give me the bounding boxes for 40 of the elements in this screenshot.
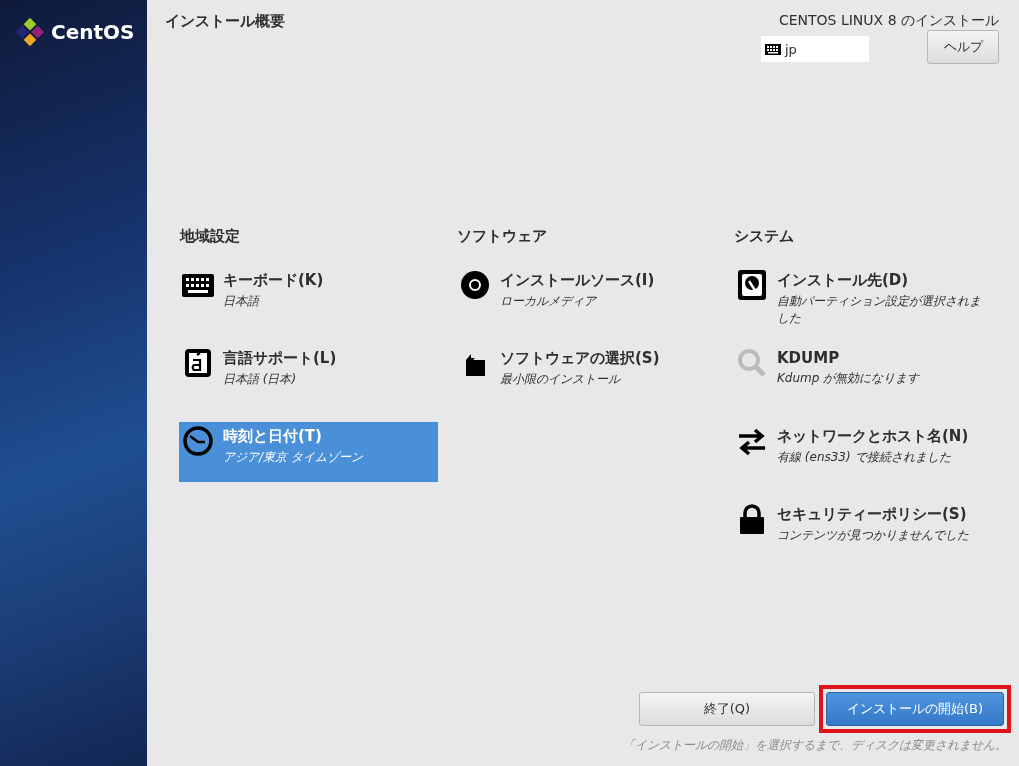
hub-item-title: ソフトウェアの選択(S) [500,349,660,368]
hub-item[interactable]: ネットワークとホスト名(N) 有線 (ens33) で接続されました [733,422,992,482]
section-heading: システム [733,226,795,246]
begin-installation-button[interactable]: インストールの開始(B) [826,692,1004,726]
hub-item-status: 日本語 (日本) [223,371,298,388]
hub-item-status: 有線 (ens33) で接続されました [777,449,952,466]
hub-item-status: ローカルメディア [500,293,598,310]
hub-item-title: ネットワークとホスト名(N) [777,427,969,446]
product-title: CENTOS LINUX 8 のインストール [778,12,999,30]
hub-item[interactable]: インストール先(D) 自動パーティション設定が選択されました [733,266,992,326]
keyboard-layout-indicator[interactable]: jp [761,36,869,62]
hub-item-title: 言語サポート(L) [223,349,337,368]
hub-item-status: Kdump が無効になります [777,370,920,387]
section-heading: ソフトウェア [456,226,548,246]
help-button[interactable]: ヘルプ [927,30,999,64]
hub-item-status: コンテンツが見つかりませんでした [777,527,969,544]
hub-item[interactable]: セキュリティーポリシー(S) コンテンツが見つかりませんでした [733,500,992,560]
quit-button[interactable]: 終了(Q) [639,692,815,726]
hub-item[interactable]: KDUMP Kdump が無効になります [733,344,992,404]
hub-item-title: KDUMP [777,349,841,367]
footer-note: 「インストールの開始」を選択するまで、ディスクは変更されません。 [623,737,1008,754]
hub-item[interactable]: キーボード(K) 日本語 [179,266,438,326]
keyboard-icon [765,43,781,55]
page-title: インストール概要 [165,12,285,32]
keyboard-layout-text: jp [785,41,797,57]
hub-item-title: 時刻と日付(T) [223,427,323,446]
hub-item-title: インストールソース(I) [500,271,655,290]
logo-icon [15,17,45,47]
section-heading: 地域設定 [179,226,241,246]
hub-item[interactable]: ソフトウェアの選択(S) 最小限のインストール [456,344,715,404]
hub-item-status: 自動パーティション設定が選択されました [777,293,982,327]
hub-item-title: インストール先(D) [777,271,910,290]
hub-item-title: キーボード(K) [223,271,324,290]
hub-item-status: 日本語 [223,293,261,310]
hub-item[interactable]: インストールソース(I) ローカルメディア [456,266,715,326]
hub-item-title: セキュリティーポリシー(S) [777,505,968,524]
hub-item[interactable]: 言語サポート(L) 日本語 (日本) [179,344,438,404]
logo-text: CentOS [51,20,135,44]
hub-item-status: アジア/東京 タイムゾーン [223,449,363,466]
hub-item-status: 最小限のインストール [500,371,622,388]
